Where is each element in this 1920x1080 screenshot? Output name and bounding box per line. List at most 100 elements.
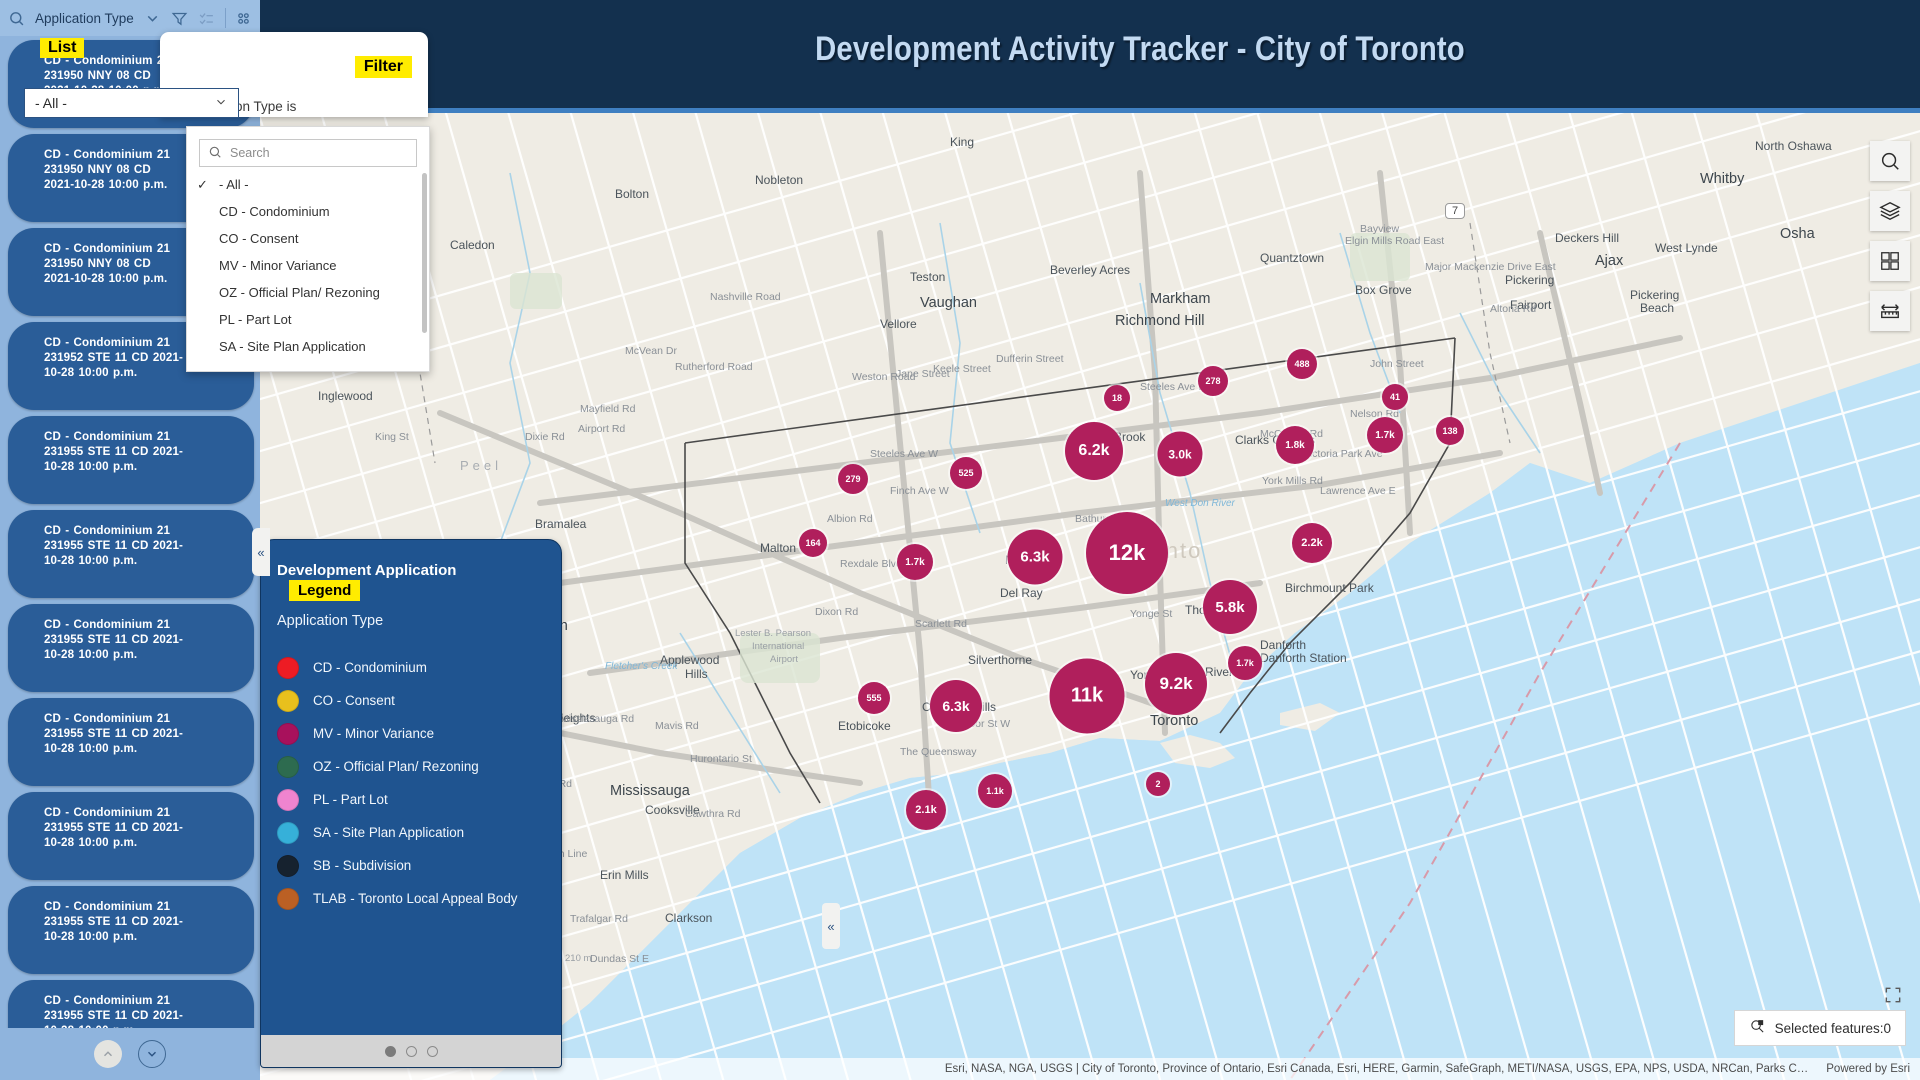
- map-cluster-marker[interactable]: 18: [1104, 385, 1130, 411]
- map-cluster-marker[interactable]: 278: [1198, 366, 1228, 396]
- legend-swatch-icon: [277, 689, 299, 712]
- list-item[interactable]: CD - Condominium 21 231955 STE 11 CD 2021…: [8, 792, 254, 880]
- list-item-line: CD - Condominium 21: [44, 430, 170, 443]
- map-cluster-marker[interactable]: 1.8k: [1276, 426, 1314, 464]
- expand-icon[interactable]: [1880, 982, 1906, 1008]
- list-item-line: 231955 STE 11 CD 2021-: [44, 726, 183, 740]
- legend-item: SA - Site Plan Application: [277, 816, 561, 849]
- map-tool-strip[interactable]: [1870, 141, 1910, 331]
- measure-icon[interactable]: [1870, 291, 1910, 331]
- attribution-text: Esri, NASA, NGA, USGS | City of Toronto,…: [944, 1063, 1809, 1075]
- list-item[interactable]: CD - Condominium 21 231955 STE 11 CD 2021…: [8, 698, 254, 786]
- map-cluster-count: 1.7k: [1236, 658, 1254, 668]
- map-cluster-marker[interactable]: 11k: [1049, 658, 1125, 734]
- list-item-line: CD - Condominium 21: [44, 900, 170, 913]
- map-cluster-count: 525: [958, 468, 974, 478]
- map-cluster-count: 279: [845, 474, 861, 484]
- map-cluster-count: 6.3k: [942, 698, 970, 714]
- map-cluster-marker[interactable]: 12k: [1086, 512, 1168, 594]
- legend-page-dot[interactable]: [384, 1045, 396, 1057]
- legend-item-label: PL - Part Lot: [313, 792, 388, 807]
- filter-option-label: CD - Condominium: [219, 204, 330, 219]
- map-cluster-marker[interactable]: 5.8k: [1203, 580, 1257, 634]
- map-cluster-count: 2: [1155, 779, 1161, 789]
- filter-option[interactable]: ✓ - All -: [187, 171, 429, 198]
- map-cluster-count: 6.3k: [1020, 548, 1050, 566]
- map-cluster-marker[interactable]: 2: [1146, 772, 1170, 796]
- map-cluster-marker[interactable]: 3.0k: [1157, 431, 1203, 477]
- list-badge: List: [40, 38, 85, 58]
- filter-funnel-icon[interactable]: [171, 8, 188, 28]
- sort-field-label[interactable]: Application Type: [35, 11, 134, 26]
- map-cluster-marker[interactable]: 1.7k: [1367, 417, 1403, 453]
- legend-collapse-toggle[interactable]: «: [252, 528, 270, 576]
- map-cluster-marker[interactable]: 555: [858, 682, 890, 714]
- list-item-line: 231955 STE 11 CD 2021-: [44, 914, 183, 928]
- search-icon[interactable]: [8, 8, 25, 28]
- legend-page-dot[interactable]: [405, 1045, 417, 1057]
- map-cluster-marker[interactable]: 41: [1382, 384, 1408, 410]
- search-icon[interactable]: [1870, 141, 1910, 181]
- list-pagination: [0, 1028, 260, 1080]
- list-item-line: 10-28 10:00 p.m.: [44, 741, 138, 755]
- filter-option-label: OZ - Official Plan/ Rezoning: [219, 285, 380, 300]
- chevron-up-icon[interactable]: [94, 1040, 122, 1068]
- filter-option[interactable]: PL - Part Lot: [187, 306, 429, 333]
- map-cluster-marker[interactable]: 2.1k: [906, 790, 946, 830]
- map-cluster-marker[interactable]: 2.2k: [1292, 523, 1332, 563]
- list-item[interactable]: CD - Condominium 21 231955 STE 11 CD 2021…: [8, 980, 254, 1028]
- map-cluster-marker[interactable]: 6.3k: [1007, 529, 1063, 585]
- map-cluster-marker[interactable]: 9.2k: [1145, 653, 1207, 715]
- filter-option[interactable]: OZ - Official Plan/ Rezoning: [187, 279, 429, 306]
- application-type-dropdown[interactable]: Search ✓ - All - CD - Condominium CO - Cons…: [186, 126, 430, 372]
- layers-icon[interactable]: [1870, 191, 1910, 231]
- chevron-down-icon[interactable]: [138, 1040, 166, 1068]
- map-cluster-marker[interactable]: 525: [950, 457, 982, 489]
- list-item-text: CD - Condominium 21 231955 STE 11 CD 2021…: [44, 806, 242, 850]
- application-type-select[interactable]: - All -: [24, 88, 239, 118]
- select-features-icon: [1749, 1018, 1766, 1038]
- list-item-line: CD - Condominium 21: [44, 806, 170, 819]
- map-cluster-marker[interactable]: 1.7k: [1228, 646, 1262, 680]
- map-cluster-marker[interactable]: 164: [799, 529, 827, 557]
- legend-item-label: OZ - Official Plan/ Rezoning: [313, 759, 479, 774]
- legend-item-label: SB - Subdivision: [313, 858, 412, 873]
- basemap-gallery-icon[interactable]: [1870, 241, 1910, 281]
- list-item-line: 10-28 10:00 p.m.: [44, 835, 138, 849]
- map-panel-collapse-toggle[interactable]: «: [822, 903, 840, 949]
- list-item[interactable]: CD - Condominium 21 231955 STE 11 CD 2021…: [8, 510, 254, 598]
- list-item[interactable]: CD - Condominium 21 231955 STE 11 CD 2021…: [8, 604, 254, 692]
- legend-swatch-icon: [277, 887, 299, 910]
- grid-dots-icon[interactable]: [235, 8, 252, 28]
- list-item-line: 10-28 10:00 p.m.: [44, 929, 138, 943]
- checklist-icon[interactable]: [198, 8, 215, 28]
- legend-page-dot[interactable]: [426, 1045, 438, 1057]
- filter-option[interactable]: SA - Site Plan Application: [187, 333, 429, 360]
- map-cluster-marker[interactable]: 279: [838, 464, 868, 494]
- map-cluster-marker[interactable]: 1.7k: [897, 544, 933, 580]
- map-cluster-count: 5.8k: [1215, 598, 1245, 616]
- legend-item-label: CD - Condominium: [313, 660, 427, 675]
- legend-item-list: CD - Condominium CO - Consent MV - Minor V…: [261, 651, 561, 915]
- map-cluster-marker[interactable]: 6.3k: [930, 680, 982, 732]
- search-icon: [208, 145, 222, 162]
- chevron-down-icon[interactable]: [144, 8, 161, 28]
- legend-panel: Development Application Legend Applicati…: [260, 539, 562, 1068]
- list-item[interactable]: CD - Condominium 21 231955 STE 11 CD 2021…: [8, 886, 254, 974]
- filter-option[interactable]: MV - Minor Variance: [187, 252, 429, 279]
- map-cluster-marker[interactable]: 6.2k: [1065, 422, 1123, 480]
- selected-features-widget[interactable]: Selected features:0: [1733, 1010, 1906, 1046]
- dropdown-scrollbar[interactable]: [422, 173, 427, 333]
- map-cluster-marker[interactable]: 1.1k: [978, 774, 1012, 808]
- legend-swatch-icon: [277, 821, 299, 844]
- list-item-text: CD - Condominium 21 231955 STE 11 CD 2021…: [44, 524, 242, 568]
- map-cluster-marker[interactable]: 488: [1287, 349, 1317, 379]
- list-item-text: CD - Condominium 21 231955 STE 11 CD 2021…: [44, 712, 242, 756]
- search-input[interactable]: Search: [199, 139, 417, 167]
- list-item[interactable]: CD - Condominium 21 231955 STE 11 CD 2021…: [8, 416, 254, 504]
- filter-option[interactable]: CD - Condominium: [187, 198, 429, 225]
- filter-option-list[interactable]: ✓ - All - CD - Condominium CO - Consent MV -…: [187, 171, 429, 360]
- map-cluster-marker[interactable]: 138: [1436, 417, 1464, 445]
- filter-option[interactable]: CO - Consent: [187, 225, 429, 252]
- legend-swatch-icon: [277, 755, 299, 778]
